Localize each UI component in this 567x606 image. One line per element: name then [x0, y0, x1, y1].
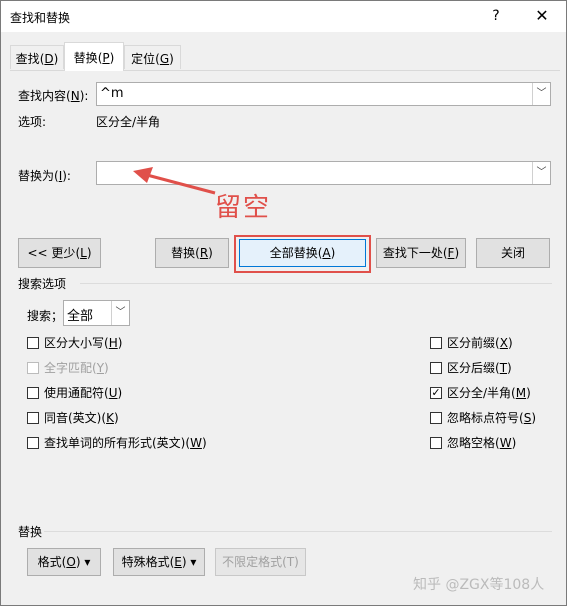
- tab-replace[interactable]: 替换(P): [64, 42, 124, 71]
- dropdown-arrow-icon: ▾: [84, 555, 91, 569]
- watermark: 知乎 @ZGX等108人: [413, 577, 545, 593]
- chevron-down-icon[interactable]: ﹀: [532, 83, 550, 105]
- tab-find[interactable]: 查找(D): [10, 45, 64, 69]
- no-formatting-button: 不限定格式(T): [215, 548, 306, 576]
- replace-panel: 查找内容(N): ^m ﹀ 选项: 区分全/半角 替换为(I): ﹀ << 更少…: [10, 70, 560, 599]
- special-button[interactable]: 特殊格式(E) ▾: [113, 548, 205, 576]
- find-input[interactable]: ^m ﹀: [96, 82, 551, 106]
- replace-button[interactable]: 替换(R): [155, 238, 229, 268]
- chevron-down-icon[interactable]: ﹀: [532, 162, 550, 184]
- checkbox-box[interactable]: [430, 412, 442, 424]
- less-button[interactable]: << 更少(L): [18, 238, 101, 268]
- replace-section-heading: 替换: [18, 525, 43, 539]
- annotation-text: 留空: [215, 193, 272, 223]
- title-bar: 查找和替换 ? ✕: [1, 1, 566, 32]
- close-icon[interactable]: ✕: [529, 5, 555, 27]
- options-value: 区分全/半角: [96, 115, 161, 129]
- replace-all-button[interactable]: 全部替换(A): [239, 239, 366, 267]
- checkbox-box: [27, 362, 39, 374]
- format-button[interactable]: 格式(O) ▾: [27, 548, 101, 576]
- search-options-heading: 搜索选项: [18, 277, 67, 291]
- find-value: ^m: [100, 86, 124, 101]
- chevron-down-icon[interactable]: ﹀: [111, 301, 129, 325]
- search-direction-select[interactable]: 全部 ﹀: [63, 300, 130, 326]
- close-button[interactable]: 关闭: [476, 238, 550, 268]
- divider: [44, 531, 552, 532]
- help-icon[interactable]: ?: [483, 5, 509, 27]
- checkbox-box[interactable]: [27, 412, 39, 424]
- find-next-button[interactable]: 查找下一处(F): [376, 238, 466, 268]
- checkbox-box[interactable]: [27, 337, 39, 349]
- tab-goto[interactable]: 定位(G): [124, 45, 181, 69]
- search-label: 搜索；: [27, 309, 64, 323]
- checkbox-box[interactable]: [27, 437, 39, 449]
- divider: [80, 283, 552, 284]
- replace-label: 替换为(I):: [18, 169, 71, 183]
- checkbox-box[interactable]: [430, 337, 442, 349]
- options-label: 选项:: [18, 115, 47, 129]
- checkbox-box[interactable]: [430, 362, 442, 374]
- search-direction-value: 全部: [67, 309, 94, 324]
- checkbox-box[interactable]: ✓: [430, 387, 442, 399]
- checkbox-box[interactable]: [27, 387, 39, 399]
- dropdown-arrow-icon: ▾: [190, 555, 197, 569]
- find-replace-dialog: 查找和替换 ? ✕ 查找(D) 替换(P) 定位(G) 查找内容(N): ^m …: [0, 0, 567, 606]
- checkbox-box[interactable]: [430, 437, 442, 449]
- window-title: 查找和替换: [10, 11, 71, 25]
- annotation-arrow-icon: [133, 167, 216, 195]
- find-label: 查找内容(N):: [18, 89, 89, 103]
